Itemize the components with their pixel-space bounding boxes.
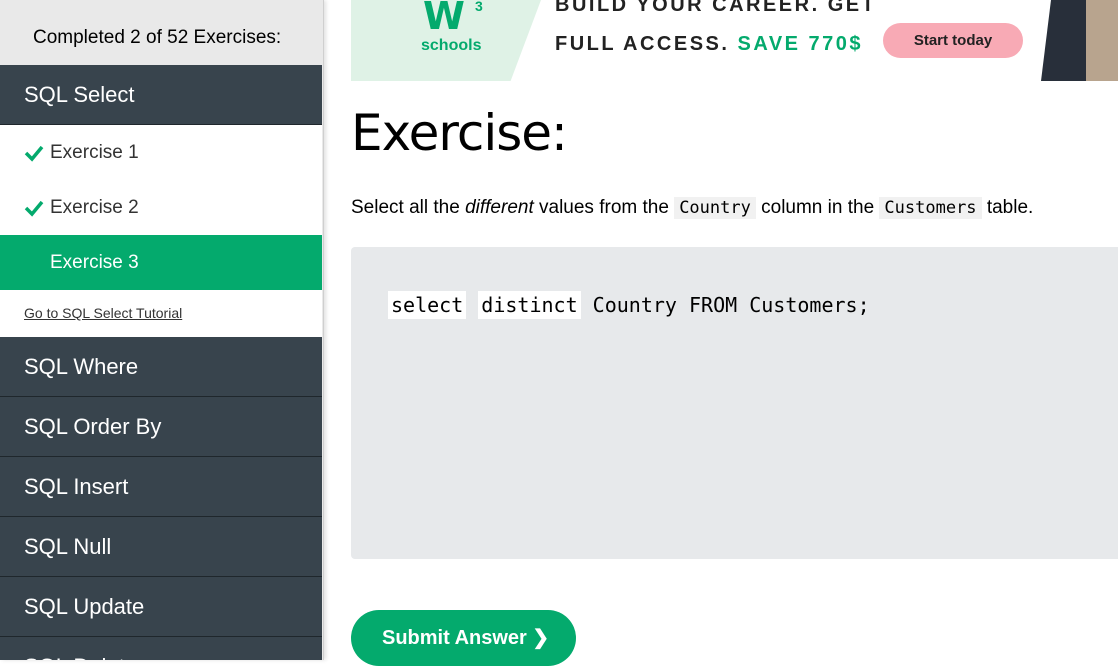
page-title: Exercise: (351, 104, 568, 162)
exercise-label: Exercise 3 (50, 252, 139, 273)
answer-input-2[interactable]: distinct (478, 291, 581, 319)
instruction-text: column in the (755, 197, 880, 218)
banner-headline-line1: BUILD YOUR CAREER. GET (555, 0, 877, 16)
exercise-item-2[interactable]: Exercise 2 (0, 180, 322, 235)
w3schools-logo-text: schools (421, 37, 482, 54)
ad-banner[interactable]: W 3 schools BUILD YOUR CAREER. GET FULL … (351, 0, 1118, 81)
code-text: Country FROM Customers; (580, 293, 870, 317)
exercise-label: Exercise 2 (50, 197, 139, 218)
submit-answer-button[interactable]: Submit Answer ❯ (351, 610, 576, 666)
exercise-label: Exercise 1 (50, 142, 139, 163)
start-today-button[interactable]: Start today (883, 23, 1023, 58)
code-line: select distinct Country FROM Customers; (388, 291, 870, 319)
banner-savings: SAVE 770$ (737, 33, 864, 55)
column-name-code: Country (674, 197, 756, 219)
category-sql-order-by[interactable]: SQL Order By (0, 397, 322, 457)
table-name-code: Customers (879, 197, 982, 219)
instruction-text: values from the (533, 197, 675, 218)
exercise-item-3-current[interactable]: Exercise 3 (0, 235, 322, 290)
banner-photo (1086, 0, 1118, 81)
category-sql-where[interactable]: SQL Where (0, 337, 322, 397)
progress-text: Completed 2 of 52 Exercises: (33, 27, 282, 48)
category-sql-delete[interactable]: SQL Delete (0, 637, 322, 660)
instruction-text: table. (981, 197, 1034, 218)
answer-input-1[interactable]: select (388, 291, 467, 319)
exercise-sidebar: Completed 2 of 52 Exercises: SQL Select … (0, 0, 324, 660)
category-sql-null[interactable]: SQL Null (0, 517, 322, 577)
exercise-list: Exercise 1 Exercise 2 Exercise 3 Go to S… (0, 125, 322, 337)
exercise-item-1[interactable]: Exercise 1 (0, 125, 322, 180)
checkmark-icon (24, 200, 44, 217)
instruction-text: Select all the (351, 197, 466, 218)
category-sql-insert[interactable]: SQL Insert (0, 457, 322, 517)
category-sql-update[interactable]: SQL Update (0, 577, 322, 637)
w3schools-logo-mark: W (423, 0, 465, 38)
banner-decoration (1041, 0, 1091, 81)
banner-headline-prefix: FULL ACCESS. (555, 33, 730, 55)
checkmark-icon (24, 145, 44, 162)
instruction-emphasis: different (465, 197, 534, 218)
banner-headline-line2: FULL ACCESS. SAVE 770$ (555, 33, 863, 56)
code-editor: select distinct Country FROM Customers; (351, 247, 1118, 559)
tutorial-link[interactable]: Go to SQL Select Tutorial (0, 290, 322, 337)
w3schools-logo-superscript: 3 (475, 0, 483, 14)
exercise-instruction: Select all the different values from the… (351, 197, 1033, 219)
category-sql-select[interactable]: SQL Select (0, 65, 322, 125)
